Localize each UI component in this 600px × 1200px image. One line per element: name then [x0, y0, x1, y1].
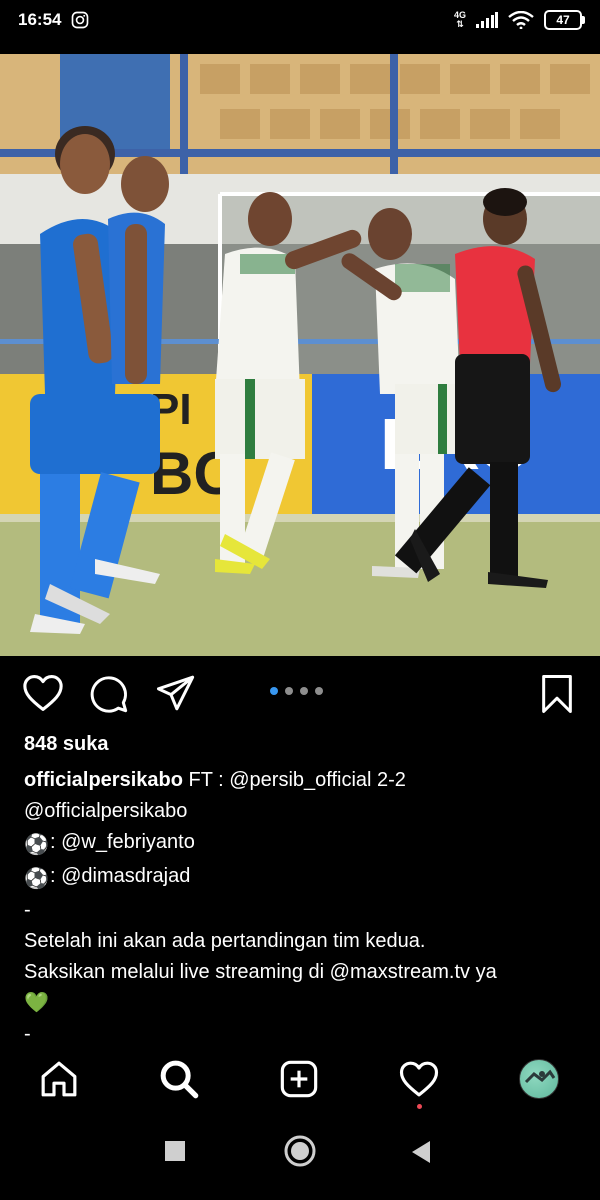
soccer-ball-icon: ⚽ [24, 834, 49, 856]
clock: 16:54 [18, 10, 62, 29]
post-action-bar [0, 668, 600, 718]
caption-text-line: Saksikan melalui live streaming di @maxs… [24, 961, 497, 983]
share-send-icon[interactable] [156, 674, 196, 712]
signal-icon [476, 12, 498, 28]
status-left: 16:54 [18, 10, 89, 30]
caption-dash: - [24, 1023, 31, 1045]
search-icon [160, 1060, 199, 1099]
post-caption: officialpersikabo FT : @persib_official … [24, 765, 584, 1050]
caption-text-line: Setelah ini akan ada pertandingan tim ke… [24, 930, 426, 952]
carousel-dot [315, 687, 323, 695]
add-post-icon [280, 1060, 318, 1098]
recent-apps-icon[interactable] [164, 1140, 186, 1162]
caption-mention[interactable]: @officialpersikabo [24, 796, 584, 827]
caption-dash: - [24, 899, 31, 921]
status-bar: 16:54 4G ⇅ 47 [0, 0, 600, 40]
caption-scorer[interactable]: : @dimasdrajad [50, 865, 190, 887]
post-image[interactable]: PI BO ERS [0, 54, 600, 656]
nav-profile[interactable] [518, 1058, 560, 1100]
nav-search[interactable] [158, 1058, 200, 1100]
carousel-dot [300, 687, 308, 695]
carousel-indicator [270, 687, 323, 695]
back-icon[interactable] [410, 1140, 432, 1164]
nav-home[interactable] [38, 1058, 80, 1100]
caption-line: officialpersikabo FT : @persib_official … [24, 765, 584, 796]
bottom-navigation [0, 1052, 600, 1112]
like-heart-icon[interactable] [22, 674, 64, 712]
soccer-ball-icon: ⚽ [24, 868, 49, 890]
carousel-dot [285, 687, 293, 695]
caption-scorer[interactable]: : @w_febriyanto [50, 831, 195, 853]
comment-icon[interactable] [89, 674, 129, 714]
likes-count[interactable]: 848 suka [24, 733, 109, 756]
instagram-icon [72, 11, 89, 29]
carousel-dot-active [270, 687, 278, 695]
home-icon [41, 1061, 77, 1097]
profile-avatar [519, 1059, 559, 1099]
activity-heart-icon [399, 1061, 439, 1097]
wifi-icon [508, 11, 534, 29]
notification-dot [417, 1104, 422, 1109]
green-heart-icon: 💚 [24, 992, 49, 1014]
network-type: 4G ⇅ [453, 10, 466, 29]
caption-scorer-line: ⚽: @dimasdrajad [24, 861, 584, 895]
nav-activity[interactable] [398, 1058, 440, 1100]
caption-username[interactable]: officialpersikabo [24, 769, 183, 791]
status-right: 4G ⇅ 47 [453, 10, 585, 30]
bookmark-icon[interactable] [538, 674, 576, 714]
home-circle-icon[interactable] [283, 1134, 317, 1168]
nav-add-post[interactable] [278, 1058, 320, 1100]
match-photo: PI BO ERS [0, 54, 600, 656]
battery-icon: 47 [544, 10, 585, 30]
caption-scorer-line: ⚽: @w_febriyanto [24, 827, 584, 861]
system-navigation-bar [0, 1130, 600, 1190]
caption-text: FT : @persib_official 2-2 [182, 769, 406, 791]
